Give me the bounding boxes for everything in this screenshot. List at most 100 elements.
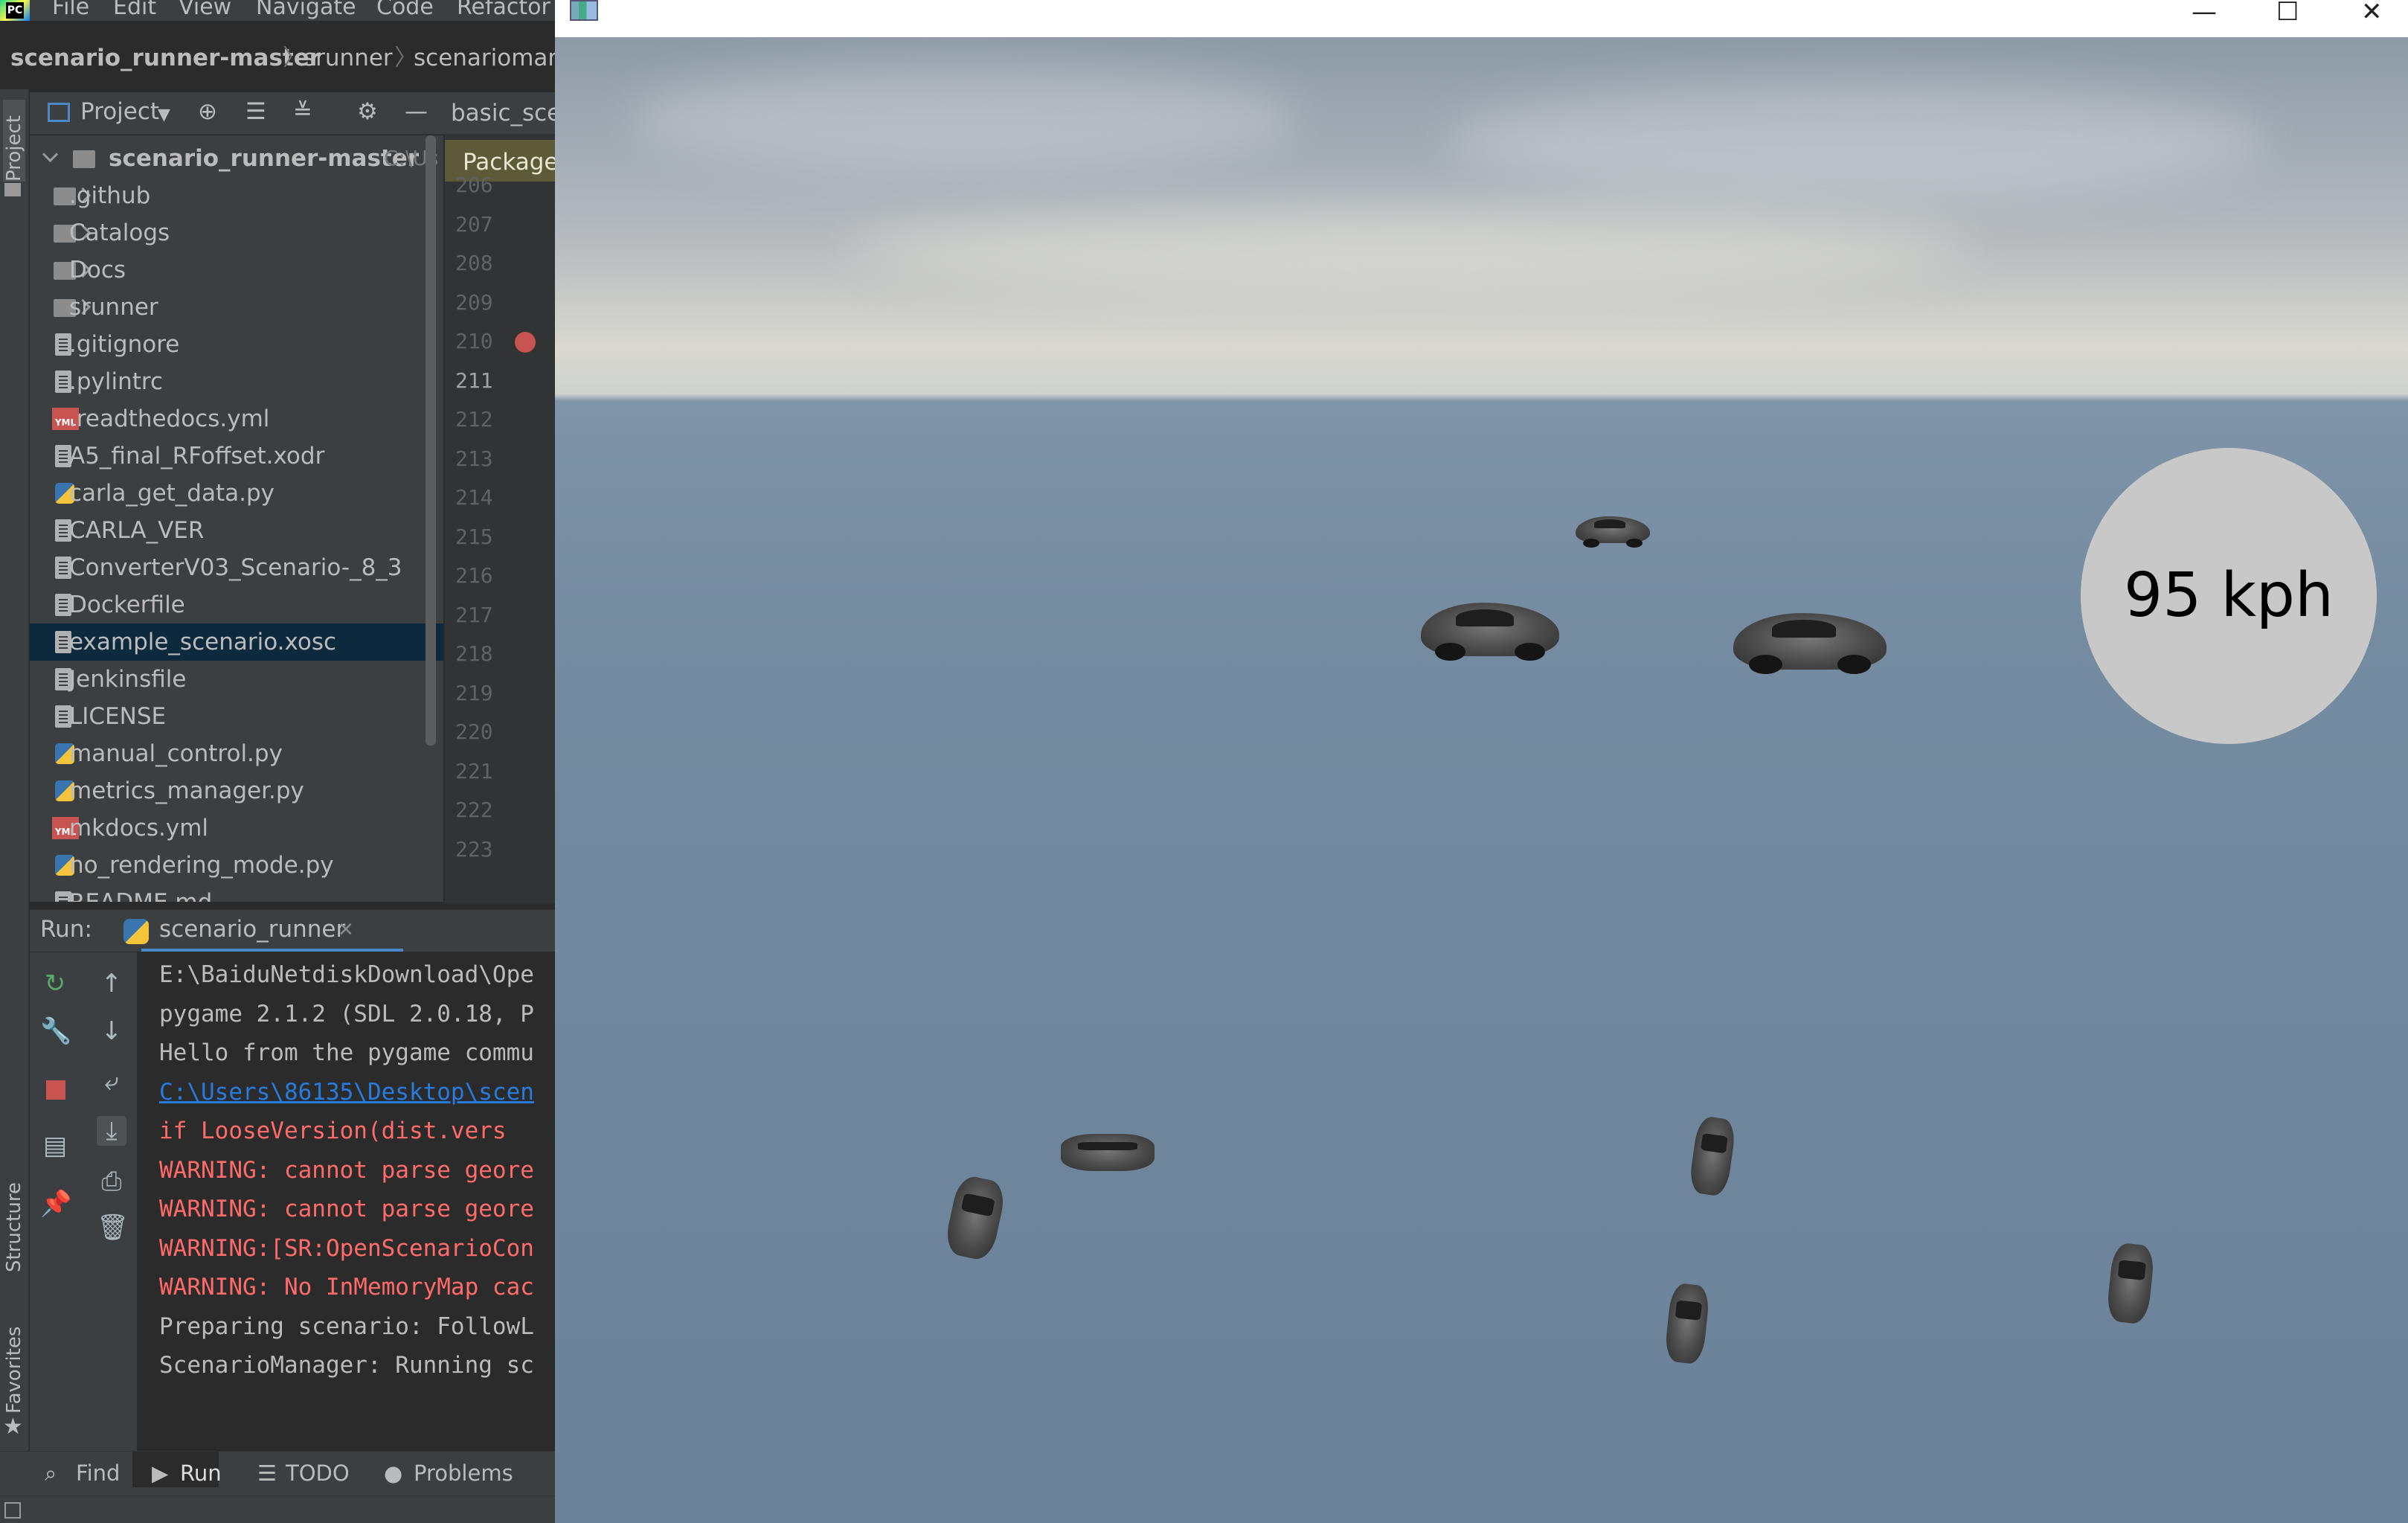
tree-item-label: manual_control.py: [69, 740, 283, 767]
collapse-all-icon[interactable]: ≚: [293, 98, 312, 125]
line-number: 207: [455, 211, 493, 237]
bottom-tool-bar: ⌕ Find ▶ Run ☰ TODO ● Problems: [0, 1451, 555, 1496]
breadcrumb-separator: 〉: [283, 45, 306, 71]
tree-scrollbar[interactable]: [426, 135, 436, 746]
cloud: [1448, 82, 2266, 201]
find-tab[interactable]: Find: [76, 1461, 120, 1486]
soft-wrap-icon[interactable]: ⤶: [97, 1067, 126, 1097]
menu-edit[interactable]: Edit: [113, 0, 156, 20]
console-link[interactable]: C:\Users\86135\Desktop\scen: [159, 1079, 534, 1106]
breakpoint-icon[interactable]: [515, 332, 536, 353]
tree-root[interactable]: scenario_runner-master C:\Us: [30, 140, 443, 177]
tree-item-label: .github: [69, 182, 151, 209]
stop-icon[interactable]: [46, 1080, 65, 1100]
console-line: WARNING:[SR:OpenScenarioCon: [159, 1234, 534, 1262]
tree-item[interactable]: CARLA_VER: [30, 512, 443, 549]
project-tool-button[interactable]: Project: [3, 100, 25, 182]
tree-item[interactable]: YML .readthedocs.yml: [30, 400, 443, 437]
menu-refactor[interactable]: Refactor: [457, 0, 550, 20]
tree-item-label: metrics_manager.py: [69, 777, 304, 804]
tree-item[interactable]: no_rendering_mode.py: [30, 847, 443, 884]
tree-item[interactable]: LICENSE: [30, 698, 443, 735]
tree-item-label: srunner: [69, 294, 158, 321]
line-number: 212: [455, 407, 493, 432]
close-icon[interactable]: ✕: [338, 919, 354, 941]
line-number: 221: [455, 758, 493, 783]
run-config-tab[interactable]: scenario_runner: [159, 916, 345, 943]
arrow-down-icon[interactable]: ↓: [97, 1016, 126, 1046]
tree-item[interactable]: metrics_manager.py: [30, 772, 443, 809]
tree-item[interactable]: A5_final_RFoffset.xodr: [30, 437, 443, 475]
active-tab-indicator: [141, 949, 403, 952]
locate-icon[interactable]: ⊕: [198, 98, 217, 125]
hide-icon[interactable]: —: [405, 98, 428, 125]
trash-icon[interactable]: 🗑: [97, 1213, 129, 1243]
arrow-up-icon[interactable]: ↑: [97, 969, 126, 998]
tree-item[interactable]: README.md: [30, 884, 443, 902]
tree-item[interactable]: .github: [30, 177, 443, 214]
problems-tab[interactable]: Problems: [414, 1461, 513, 1486]
layout-icon[interactable]: ▤: [40, 1131, 70, 1161]
menu-file[interactable]: File: [52, 0, 89, 20]
structure-tool-button[interactable]: Structure: [3, 1153, 25, 1272]
menu-code[interactable]: Code: [376, 0, 434, 20]
run-toolbar: ↻ ↑ 🔧 ↓ ⤶ ⤓ ▤ ⎙ 📌 🗑: [30, 952, 137, 1451]
chevron-down-icon[interactable]: ▼: [158, 106, 170, 124]
line-number: 219: [455, 680, 493, 705]
vehicle: [2105, 1242, 2156, 1325]
print-icon[interactable]: ⎙: [97, 1167, 126, 1196]
minimize-button[interactable]: —: [2192, 0, 2217, 27]
project-view-icon: [48, 103, 70, 122]
line-number: 218: [455, 641, 493, 666]
breadcrumb-scenariomanager[interactable]: scenariomana: [414, 39, 555, 77]
line-number: 210: [455, 329, 493, 353]
breadcrumb-srunner[interactable]: srunner: [304, 39, 393, 77]
tree-item[interactable]: Jenkinsfile: [30, 661, 443, 698]
scroll-to-end-icon[interactable]: ⤓: [97, 1116, 126, 1146]
expand-all-icon[interactable]: ☰: [245, 98, 266, 125]
console-line: WARNING: cannot parse geore: [159, 1196, 534, 1222]
tree-root-label: scenario_runner-master: [109, 145, 420, 172]
tool-window-strip: Project Structure Favorites ★: [0, 89, 29, 1488]
tree-item[interactable]: Dockerfile: [30, 586, 443, 623]
menu-view[interactable]: View: [179, 0, 231, 20]
tree-item[interactable]: ConverterV03_Scenario-_8_3: [30, 549, 443, 586]
run-label: Run:: [40, 916, 92, 943]
favorites-tool-button[interactable]: Favorites: [3, 1309, 25, 1414]
line-number: 206: [455, 173, 493, 197]
tree-item[interactable]: .gitignore: [30, 326, 443, 363]
menu-navigate[interactable]: Navigate: [256, 0, 356, 20]
tree-item[interactable]: YML mkdocs.yml: [30, 809, 443, 847]
editor-tab[interactable]: basic_scer: [445, 92, 555, 134]
run-tab[interactable]: Run: [180, 1461, 222, 1486]
breadcrumb-project[interactable]: scenario_runner-master: [10, 39, 321, 77]
tree-item[interactable]: .pylintrc: [30, 363, 443, 400]
layout-toggle-icon[interactable]: [4, 1502, 21, 1519]
close-button[interactable]: ✕: [2361, 0, 2383, 27]
wrench-icon[interactable]: 🔧: [40, 1016, 71, 1046]
list-icon: ☰: [257, 1461, 277, 1486]
tree-item[interactable]: Docs: [30, 251, 443, 289]
line-number: 223: [455, 836, 493, 862]
pygame-window: — ☐ ✕ 95 kph: [555, 0, 2408, 1523]
pin-icon[interactable]: 📌: [40, 1189, 71, 1219]
todo-tab[interactable]: TODO: [286, 1461, 350, 1486]
run-console[interactable]: E:\BaiduNetdiskDownload\Ope pygame 2.1.2 …: [138, 952, 555, 1451]
tree-item[interactable]: example_scenario.xosc: [30, 623, 443, 661]
project-view-selector[interactable]: Project: [80, 98, 159, 125]
tree-item[interactable]: carla_get_data.py: [30, 475, 443, 512]
app-window-icon: [570, 0, 598, 21]
gear-icon[interactable]: ⚙: [357, 98, 378, 125]
line-number: 213: [455, 446, 493, 471]
simulation-view[interactable]: 95 kph: [555, 37, 2408, 1523]
tree-item[interactable]: Catalogs: [30, 214, 443, 251]
horizon-haze: [853, 208, 1968, 290]
chevron-down-icon[interactable]: [42, 146, 59, 163]
tree-item[interactable]: srunner: [30, 289, 443, 326]
tree-item-label: example_scenario.xosc: [69, 629, 337, 655]
vehicle: [943, 1173, 1008, 1263]
maximize-button[interactable]: ☐: [2276, 0, 2299, 27]
vehicle: [1733, 613, 1887, 674]
rerun-icon[interactable]: ↻: [40, 969, 70, 998]
tree-item[interactable]: manual_control.py: [30, 735, 443, 772]
